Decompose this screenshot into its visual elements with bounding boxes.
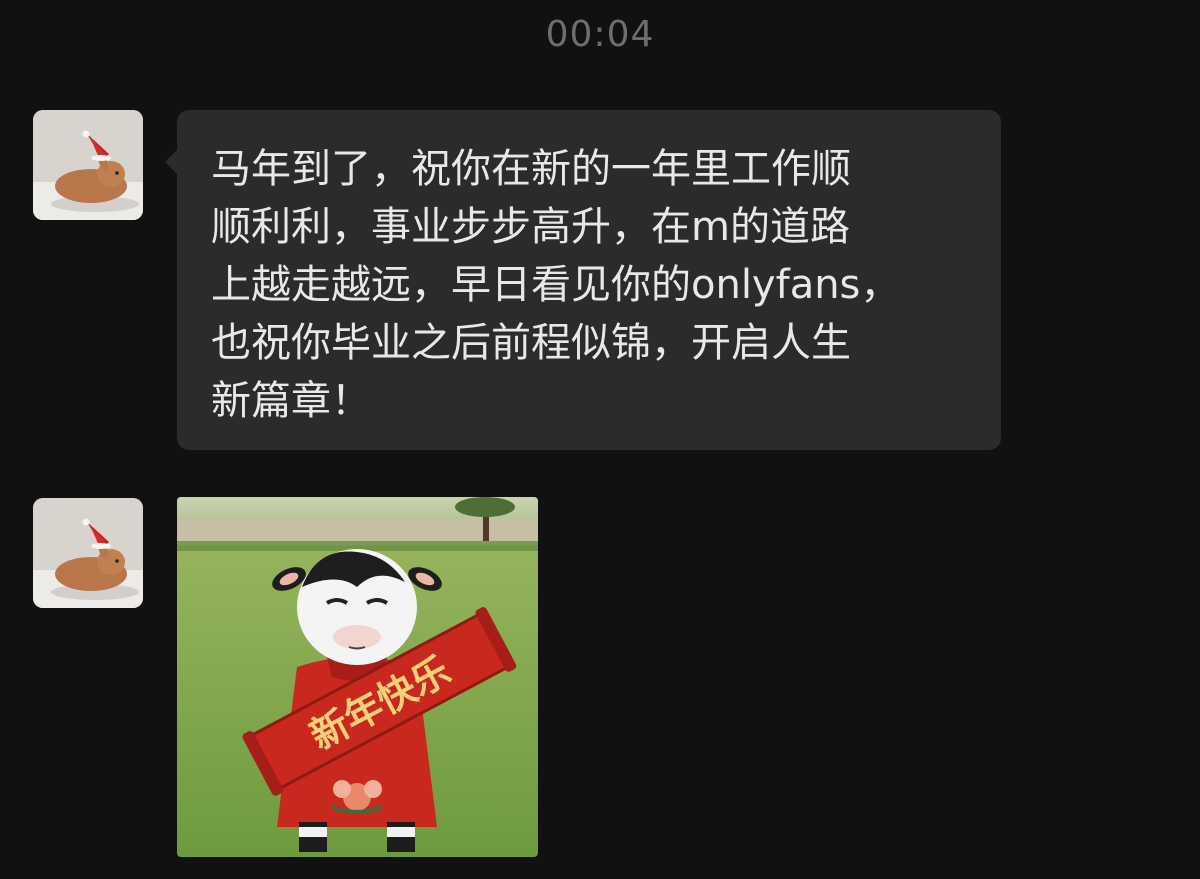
chat-timestamp: 00:04 [545,14,655,55]
message-bubble[interactable]: 马年到了，祝你在新的一年里工作顺 顺利利，事业步步高升，在m的道路 上越走越远，… [165,110,1001,450]
message-text: 马年到了，祝你在新的一年里工作顺 顺利利，事业步步高升，在m的道路 上越走越远，… [211,146,901,424]
bunny-avatar-icon [33,110,143,220]
bunny-avatar-icon [33,498,143,608]
sender-avatar[interactable] [33,110,143,220]
sticker-message[interactable]: 新年快乐 [177,497,538,857]
sender-avatar[interactable] [33,498,143,608]
cow-sticker-icon: 新年快乐 [177,497,538,857]
